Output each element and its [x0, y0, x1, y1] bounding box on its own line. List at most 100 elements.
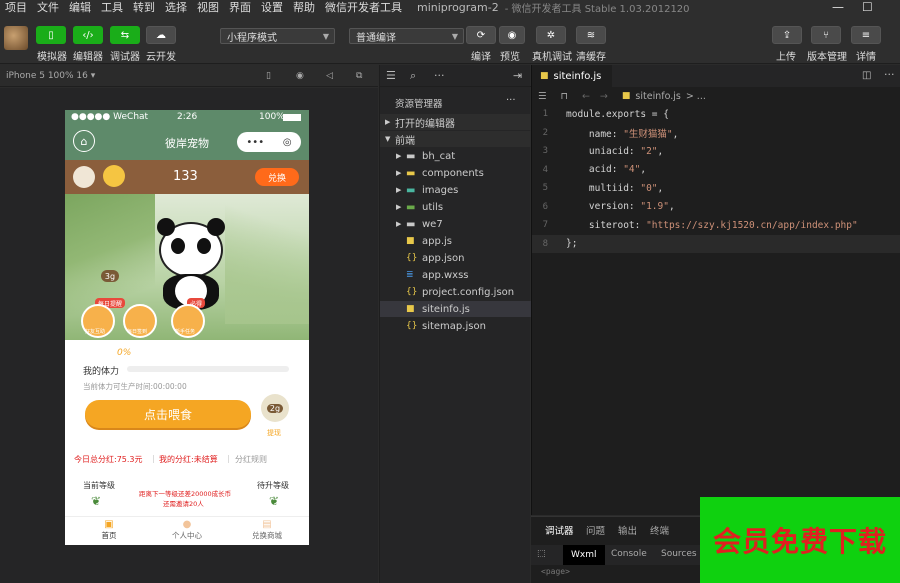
menu-item-goto[interactable]: 转到 [128, 0, 160, 15]
code-line[interactable]: 6 version: "1.9", [532, 198, 900, 216]
code-line[interactable]: 8}; [532, 234, 900, 253]
tree-folder[interactable]: ▶ ▬ we7 [380, 216, 531, 232]
menu-item-project[interactable]: 项目 [0, 0, 32, 15]
menu-item-help[interactable]: 帮助 [288, 0, 320, 15]
debug-tab-problems[interactable]: 问题 [586, 523, 605, 537]
device-select[interactable]: iPhone 5 100% 16 ▾ [6, 71, 95, 81]
bookmark-icon[interactable]: ⊓ [561, 91, 568, 102]
more-icon[interactable]: ··· [434, 69, 445, 82]
tab-shop[interactable]: ▤ 兑换商城 [249, 519, 285, 541]
friend-help-button[interactable]: 好友互助 [81, 304, 115, 338]
code-line[interactable]: 5 multiid: "0", [532, 179, 900, 197]
real-debug-button[interactable]: ✲ [536, 26, 566, 44]
debug-tab-terminal[interactable]: 终端 [650, 523, 669, 537]
back-icon[interactable]: ← [582, 91, 590, 102]
close-target-icon[interactable]: ◎ [283, 137, 292, 148]
compile-select[interactable]: 普通编译 ▼ [349, 28, 464, 44]
tree-file[interactable]: {} sitemap.json [380, 318, 531, 334]
bonus-rules-link[interactable]: 分红规则 [235, 454, 267, 465]
menu-item-select[interactable]: 选择 [160, 0, 192, 15]
daily-signin-button[interactable]: 每日签到 [123, 304, 157, 338]
split-editor-icon[interactable]: ◫ [862, 70, 871, 81]
tree-folder[interactable]: ▶ ▬ utils [380, 199, 531, 215]
withdraw-label[interactable]: 提现 [267, 428, 281, 438]
subtab-console[interactable]: Console [611, 549, 647, 559]
home-icon[interactable]: ⌂ [73, 130, 95, 152]
menu-item-view[interactable]: 视图 [192, 0, 224, 15]
explorer-more[interactable]: ··· [506, 95, 516, 106]
newbie-task-button[interactable]: 新手任务 [171, 304, 205, 338]
menu-bar: 项目 文件 编辑 工具 转到 选择 视图 界面 设置 帮助 微信开发者工具 mi… [0, 0, 900, 15]
code-line[interactable]: 1 module.exports = { [532, 105, 900, 123]
tree-file[interactable]: ≣ app.wxss [380, 267, 531, 283]
record-icon[interactable]: ◉ [296, 71, 304, 81]
tree-folder[interactable]: ▶ ▬ components [380, 165, 531, 181]
stamina-section: 0% 我的体力 当前体力可生产时间:00:00:00 点击喂食 2g 提现 [65, 340, 309, 450]
preview-button[interactable]: ◉ [499, 26, 525, 44]
menu-item-interface[interactable]: 界面 [224, 0, 256, 15]
root-folder[interactable]: ▼ 前端 [380, 131, 531, 147]
details-button[interactable]: ≡ [851, 26, 881, 44]
menu-item-wechat-devtools[interactable]: 微信开发者工具 [320, 0, 407, 15]
more-icon[interactable]: ••• [246, 137, 264, 148]
cloud-button[interactable]: ☁ [146, 26, 176, 44]
redeem-button[interactable]: 兑换 [255, 168, 299, 186]
clear-cache-button[interactable]: ≋ [576, 26, 606, 44]
editor-toggle[interactable]: ‹/› [73, 26, 103, 44]
debug-tab-debugger[interactable]: 调试器 [545, 523, 574, 537]
menu-item-file[interactable]: 文件 [32, 0, 64, 15]
minimize-button[interactable]: — [832, 0, 844, 14]
user-avatar[interactable] [73, 166, 95, 188]
code-line[interactable]: 7 siteroot: "https://szy.kj1520.cn/app/i… [532, 216, 900, 234]
list-icon[interactable]: ☰ [386, 69, 396, 82]
debug-tab-output[interactable]: 输出 [618, 523, 637, 537]
upload-button[interactable]: ⇪ [772, 26, 802, 44]
debugger-toggle[interactable]: ⇆ [110, 26, 140, 44]
bamboo-pot-icon[interactable]: 2g [261, 394, 289, 422]
code-line[interactable]: 2 name: "生财猫猫", [532, 124, 900, 142]
inspect-icon[interactable]: ⬚ [537, 549, 546, 559]
forward-icon[interactable]: → [600, 91, 608, 102]
phone-icon[interactable]: ▯ [266, 71, 271, 81]
subtab-wxml[interactable]: Wxml [563, 545, 605, 565]
tree-file[interactable]: {} project.config.json [380, 284, 531, 300]
tree-folder[interactable]: ▶ ▬ images [380, 182, 531, 198]
tab-home[interactable]: ▣ 首页 [93, 519, 125, 541]
menu-item-settings[interactable]: 设置 [256, 0, 288, 15]
subtab-sources[interactable]: Sources [661, 549, 697, 559]
search-icon[interactable]: ⌕ [410, 69, 416, 83]
menu-item-edit[interactable]: 编辑 [64, 0, 96, 15]
volume-icon[interactable]: ◁ [326, 71, 333, 81]
debug-content: <page> [541, 567, 570, 576]
code-text: acid: "4", [566, 164, 646, 175]
breadcrumb-file[interactable]: siteinfo.js [635, 91, 680, 102]
feed-button[interactable]: 点击喂食 [85, 400, 251, 428]
window-icon[interactable]: ⧉ [356, 71, 362, 81]
simulator-toggle[interactable]: ▯ [36, 26, 66, 44]
collapse-panel-icon[interactable]: ⇥ [513, 69, 522, 82]
menu-item-tools[interactable]: 工具 [96, 0, 128, 15]
tab-profile[interactable]: ● 个人中心 [169, 519, 205, 541]
tree-file-selected[interactable]: ■ siteinfo.js [380, 301, 531, 317]
version-label: 版本管理 [807, 52, 847, 63]
compile-button[interactable]: ⟳ [466, 26, 496, 44]
tree-file[interactable]: ■ app.js [380, 233, 531, 249]
code-text: }; [566, 238, 577, 249]
avatar[interactable] [4, 26, 28, 50]
capsule-menu[interactable]: ••• ◎ [237, 132, 301, 152]
maximize-button[interactable]: ☐ [862, 0, 873, 14]
version-button[interactable]: ⑂ [811, 26, 841, 44]
open-editors-section[interactable]: ▶ 打开的编辑器 [380, 114, 531, 130]
code-line[interactable]: 3 uniacid: "2", [532, 142, 900, 160]
list-icon[interactable]: ☰ [538, 91, 547, 102]
code-line[interactable]: 4 acid: "4", [532, 161, 900, 179]
upload-icon: ⇪ [782, 29, 792, 41]
mode-select[interactable]: 小程序模式 ▼ [220, 28, 335, 44]
tree-folder[interactable]: ▶ ▬ bh_cat [380, 148, 531, 164]
tree-file[interactable]: {} app.json [380, 250, 531, 266]
more-icon[interactable]: ··· [884, 68, 895, 81]
json-file-icon: {} [406, 253, 418, 263]
bamboo-right-image [225, 204, 309, 324]
editor-tab[interactable]: ■ siteinfo.js [532, 65, 612, 87]
breadcrumb-more[interactable]: > ... [686, 91, 706, 102]
